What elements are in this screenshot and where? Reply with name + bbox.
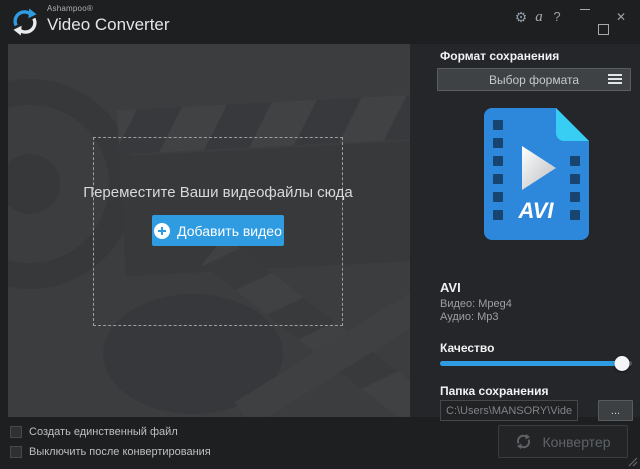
avi-file-icon: AVI bbox=[484, 108, 589, 240]
brand-company: Ashampoo® bbox=[47, 5, 170, 13]
window-controls: ⚙ a ? ✕ bbox=[512, 5, 630, 29]
brand: Ashampoo® Video Converter bbox=[47, 5, 170, 33]
audio-codec-info: Аудио: Mp3 bbox=[440, 311, 499, 323]
slider-fill bbox=[440, 361, 622, 366]
drop-target-area[interactable]: Переместите Ваши видеофайлы сюда Добавит… bbox=[93, 137, 343, 326]
video-list-panel: Переместите Ваши видеофайлы сюда Добавит… bbox=[8, 44, 410, 417]
settings-gear-icon[interactable]: ⚙ bbox=[512, 5, 530, 29]
file-icon-format-label: AVI bbox=[517, 198, 554, 223]
plus-circle-icon bbox=[154, 223, 170, 239]
convert-sync-icon bbox=[515, 433, 532, 450]
resize-grip[interactable] bbox=[626, 455, 638, 467]
shutdown-checkbox[interactable] bbox=[10, 446, 22, 458]
add-video-button[interactable]: Добавить видео bbox=[152, 215, 284, 246]
app-title: Video Converter bbox=[47, 16, 170, 33]
slider-knob[interactable] bbox=[615, 356, 630, 371]
shutdown-checkbox-row[interactable]: Выключить после конвертирования bbox=[10, 446, 211, 458]
folder-section-header: Папка сохранения bbox=[440, 384, 549, 398]
single-file-label: Создать единственный файл bbox=[29, 426, 178, 438]
selected-format-name: AVI bbox=[440, 280, 461, 295]
app-logo-sync-icon bbox=[10, 7, 40, 37]
video-codec-info: Видео: Mpeg4 bbox=[440, 298, 512, 310]
footer-bar: Создать единственный файл Выключить посл… bbox=[0, 417, 640, 469]
menu-hamburger-icon bbox=[608, 74, 622, 86]
language-icon[interactable]: a bbox=[530, 5, 548, 29]
drop-hint-text: Переместите Ваши видеофайлы сюда bbox=[54, 184, 382, 201]
add-video-label: Добавить видео bbox=[177, 223, 282, 239]
convert-button[interactable]: Конвертер bbox=[498, 425, 628, 458]
help-icon[interactable]: ? bbox=[548, 5, 566, 29]
titlebar: Ashampoo® Video Converter ⚙ a ? ✕ bbox=[0, 0, 640, 44]
quality-section-header: Качество bbox=[440, 341, 494, 355]
format-sidebar: Формат сохранения Выбор формата bbox=[410, 44, 640, 417]
shutdown-label: Выключить после конвертирования bbox=[29, 446, 211, 458]
close-icon[interactable]: ✕ bbox=[612, 5, 630, 29]
single-file-checkbox-row[interactable]: Создать единственный файл bbox=[10, 426, 178, 438]
format-section-header: Формат сохранения bbox=[440, 49, 559, 63]
app-window: Ashampoo® Video Converter ⚙ a ? ✕ bbox=[0, 0, 640, 469]
quality-slider[interactable] bbox=[440, 356, 632, 371]
format-select-button[interactable]: Выбор формата bbox=[437, 68, 631, 91]
single-file-checkbox[interactable] bbox=[10, 426, 22, 438]
format-select-label: Выбор формата bbox=[489, 73, 579, 87]
convert-button-label: Конвертер bbox=[542, 434, 610, 450]
